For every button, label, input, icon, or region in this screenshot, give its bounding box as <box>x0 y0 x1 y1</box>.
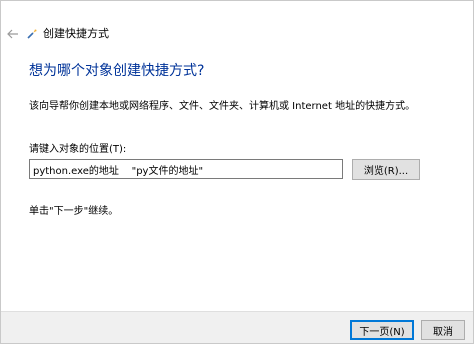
continue-instruction: 单击"下一步"继续。 <box>29 206 119 217</box>
back-button[interactable] <box>4 25 22 43</box>
shortcut-wizard-icon <box>27 29 37 39</box>
location-input[interactable] <box>29 159 343 179</box>
wizard-description: 该向导帮你创建本地或网络程序、文件、文件夹、计算机或 Internet 地址的快… <box>29 101 416 112</box>
wizard-footer: 下一页(N) 取消 <box>1 311 473 343</box>
wizard-title: 创建快捷方式 <box>43 27 109 40</box>
next-button[interactable]: 下一页(N) <box>350 320 414 340</box>
page-heading: 想为哪个对象创建快捷方式? <box>29 63 205 79</box>
create-shortcut-wizard-window: 创建快捷方式 想为哪个对象创建快捷方式? 该向导帮你创建本地或网络程序、文件、文… <box>0 0 474 344</box>
cancel-button[interactable]: 取消 <box>421 320 465 340</box>
back-arrow-icon <box>7 29 18 39</box>
location-label: 请键入对象的位置(T): <box>29 144 127 155</box>
browse-button[interactable]: 浏览(R)... <box>352 159 420 180</box>
